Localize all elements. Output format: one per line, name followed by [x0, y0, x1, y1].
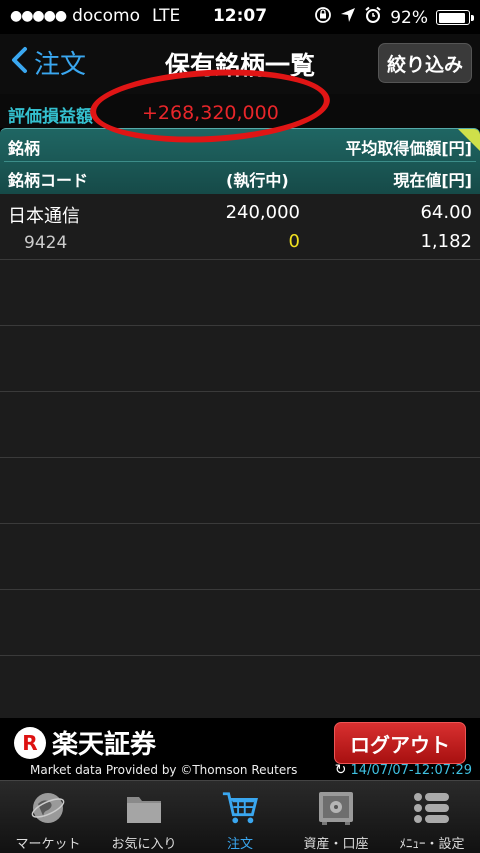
empty-row: [0, 590, 480, 656]
holding-pending-quantity: 0: [288, 231, 300, 252]
tab-assets-account[interactable]: 資産・口座: [288, 781, 384, 853]
rakuten-r-icon: R: [14, 726, 46, 759]
filter-button[interactable]: 絞り込み: [378, 43, 472, 83]
holding-name: 日本通信: [8, 206, 80, 227]
header-pending-quantity: (執行中): [226, 171, 289, 190]
location-arrow-icon: [340, 7, 356, 28]
header-stock-name: 銘柄: [8, 139, 41, 158]
tab-order-label: 注文: [226, 837, 253, 852]
tab-market-label: マーケット: [15, 837, 81, 852]
globe-icon: [29, 789, 67, 827]
empty-row: [0, 260, 480, 326]
data-provider-credit: Market data Provided by ©Thomson Reuters: [30, 763, 298, 777]
holding-code: 9424: [24, 233, 68, 253]
alarm-icon: [364, 6, 382, 29]
holding-current-price: 1,182: [420, 231, 472, 252]
folder-icon: [125, 789, 163, 827]
last-updated-time: 14/07/07-12:07:29: [350, 762, 472, 778]
empty-row: [0, 392, 480, 458]
empty-row: [0, 524, 480, 590]
battery-percent: 92%: [390, 7, 428, 28]
tab-bar: マーケット お気に入り 注文 資産・口座 ﾒﾆｭｰ・設定: [0, 780, 480, 853]
holding-average-price: 64.00: [420, 202, 472, 223]
tab-market[interactable]: マーケット: [0, 781, 96, 853]
tab-menu-settings-label: ﾒﾆｭｰ・設定: [399, 837, 465, 852]
brand-name: 楽天証券: [52, 730, 157, 760]
tab-order[interactable]: 注文: [192, 781, 288, 853]
header-stock-code: 銘柄コード: [8, 171, 89, 190]
battery-icon: [436, 10, 474, 25]
holdings-list[interactable]: 日本通信 240,000 64.00 9424 0 1,182: [0, 194, 480, 718]
holding-row[interactable]: 日本通信 240,000 64.00 9424 0 1,182: [0, 194, 480, 260]
empty-row: [0, 326, 480, 392]
empty-row: [0, 458, 480, 524]
tab-favorites-label: お気に入り: [111, 837, 177, 852]
tab-assets-account-label: 資産・口座: [303, 837, 369, 852]
status-bar: ●●●●● docomo LTE 12:07 92%: [0, 0, 480, 34]
cart-icon: [221, 789, 259, 827]
tab-menu-settings[interactable]: ﾒﾆｭｰ・設定: [384, 781, 480, 853]
header-average-price: 平均取得価額[円]: [345, 139, 472, 158]
brand-logo: R 楽天証券: [14, 724, 156, 761]
menu-list-icon: [413, 789, 451, 827]
tab-favorites[interactable]: お気に入り: [96, 781, 192, 853]
safe-icon: [317, 789, 355, 827]
logout-button[interactable]: ログアウト: [334, 722, 466, 764]
footer: R 楽天証券 ログアウト Market data Provided by ©Th…: [0, 718, 480, 780]
empty-row: [0, 656, 480, 718]
header-current-price: 現在値[円]: [393, 171, 472, 190]
valuation-pl-label: 評価損益額: [8, 107, 93, 127]
rotation-lock-icon: [314, 6, 332, 29]
last-updated[interactable]: ↻ 14/07/07-12:07:29: [335, 762, 472, 778]
refresh-icon: ↻: [334, 762, 347, 778]
holding-quantity: 240,000: [225, 202, 300, 223]
